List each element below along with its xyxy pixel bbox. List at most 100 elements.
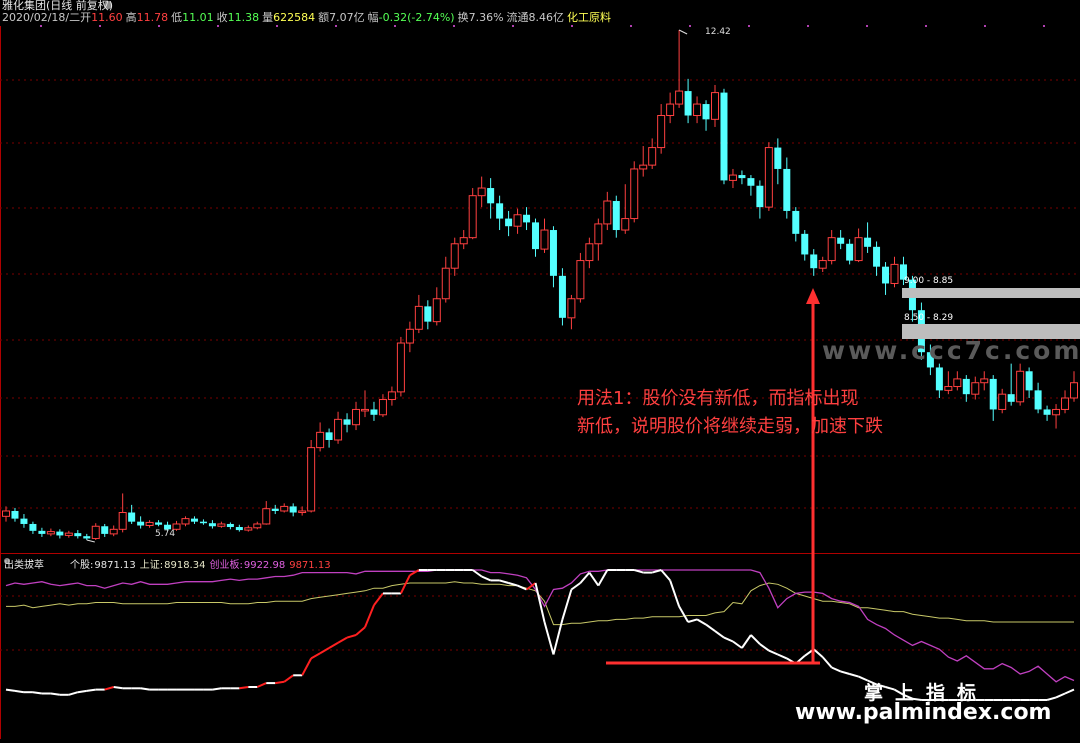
stock-indicator-segment (660, 569, 671, 582)
stock-indicator-segment (499, 579, 509, 584)
candle-body-up (109, 528, 118, 535)
candle-body-down (226, 523, 234, 528)
candle-body-up (378, 399, 387, 416)
candle-body-up (657, 115, 666, 149)
period-marker (40, 25, 42, 27)
candle-body-down (989, 378, 997, 410)
candle-body-up (1061, 397, 1070, 410)
candle-body-up (46, 531, 55, 535)
zone-label-2: 8.50 - 8.29 (904, 313, 954, 323)
indicator-name[interactable]: 出类拔萃 (4, 560, 44, 571)
candle-body-up (576, 260, 585, 300)
candle-body-up (971, 382, 980, 395)
period-marker (453, 25, 455, 27)
candle-body-down (523, 214, 531, 223)
industry-label[interactable]: 化工原料 (567, 11, 611, 24)
period-marker (925, 25, 927, 27)
candle-body-down (1043, 409, 1051, 415)
stock-indicator-segment (732, 640, 743, 649)
stock-indicator-segment (840, 670, 850, 675)
candle-body-down (38, 530, 46, 534)
stock-indicator-segment (543, 621, 555, 655)
period-marker (276, 25, 278, 27)
candle-body-up (630, 168, 639, 220)
candle-body-down (155, 522, 163, 525)
cy-series-label: 创业板: (209, 560, 243, 571)
stock-indicator-segment (301, 657, 313, 676)
candle-body-up (827, 237, 836, 262)
candle-body-up (477, 187, 486, 197)
stock-indicator-segment (212, 687, 222, 691)
close-label: 收 (216, 11, 228, 24)
amount-value: 7.07亿 (329, 11, 365, 24)
candle-body-up (468, 195, 477, 239)
period-marker (984, 25, 986, 27)
candle-body-down (864, 237, 872, 247)
cy-series-value: 9922.98 (243, 560, 286, 571)
candle-body-up (854, 237, 863, 262)
stock-indicator-segment (768, 649, 779, 656)
resistance-zone-1 (902, 288, 1080, 298)
candle-body-down (720, 92, 728, 181)
stock-indicator-segment (113, 686, 123, 690)
high-price-label: 12.42 (705, 27, 731, 37)
low-price-label: 5.74 (155, 529, 176, 539)
candle-body-up (414, 305, 423, 330)
candle-body-down (496, 203, 504, 219)
quote-date: 2020/02/18/二 (2, 11, 81, 24)
stock-indicator-segment (750, 634, 761, 645)
stock-indicator-segment (364, 604, 375, 628)
candle-body-down (325, 432, 333, 440)
stock-indicator-segment (32, 691, 43, 695)
candle-body-up (459, 237, 468, 245)
candle-body-down (810, 254, 818, 269)
period-marker (335, 25, 337, 27)
stock-chart-window: 雅化集团(日线 前复权) 2020/02/18/二开11.60 高11.78 低11… (0, 0, 1080, 739)
candle-body-up (316, 431, 325, 449)
stock-indicator-segment (346, 634, 357, 639)
candle-body-down (935, 367, 943, 391)
candle-body-up (585, 243, 594, 262)
period-marker (217, 25, 219, 27)
candle-body-down (837, 237, 845, 244)
stock-indicator-segment (310, 652, 321, 660)
candle-body-up (639, 164, 648, 170)
candle-body-up (818, 260, 827, 269)
candle-body-up (513, 214, 522, 227)
close-value: 11.38 (227, 11, 260, 24)
period-marker (807, 25, 809, 27)
volume-value: 622584 (273, 11, 316, 24)
chart-canvas[interactable] (0, 0, 1080, 739)
open-label: 开 (80, 11, 92, 24)
candle-body-up (262, 508, 271, 525)
stock-indicator-segment (50, 692, 60, 696)
stock-indicator-segment (5, 688, 16, 692)
candle-body-up (594, 223, 603, 245)
candle-body-down (882, 266, 890, 284)
candle-body-up (1070, 382, 1078, 399)
stock-indicator-segment (741, 634, 752, 649)
candle-body-up (764, 147, 773, 208)
zone-label-1: 9.00 - 8.85 (904, 276, 954, 286)
candle-body-down (199, 521, 207, 524)
candle-body-up (2, 510, 10, 517)
stock-indicator-segment (337, 636, 348, 644)
stock-indicator-segment (275, 680, 285, 685)
annotation-line-1: 用法1：股价没有新低，而指标出现 (577, 388, 859, 409)
candle-body-down (783, 168, 791, 211)
candle-body-down (487, 188, 495, 204)
stock-indicator-segment (821, 656, 833, 669)
candle-body-down (846, 243, 854, 261)
candle-body-down (801, 233, 809, 255)
candle-body-up (567, 298, 576, 319)
stock-indicator-segment (319, 647, 330, 655)
candle-body-down (289, 506, 297, 513)
candle-body-down (702, 104, 710, 120)
candle-body-down (128, 512, 136, 522)
sh-series-label: 上证: (139, 560, 164, 571)
stock-indicator-segment (723, 636, 734, 643)
candle-body-up (64, 532, 73, 536)
cy-index-line (5, 569, 1075, 683)
candle-body-down (424, 306, 432, 322)
candle-body-up (441, 267, 450, 300)
